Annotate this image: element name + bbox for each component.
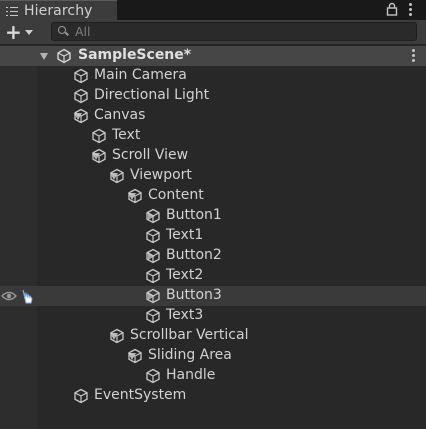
dropdown-caret-icon xyxy=(24,29,33,35)
tree-row[interactable]: Text1 xyxy=(0,226,426,246)
cube-icon xyxy=(109,168,125,184)
tab-bar: Hierarchy xyxy=(0,0,426,20)
tree-item-label: Handle xyxy=(166,367,216,383)
eye-icon[interactable] xyxy=(1,291,17,301)
tree-item-label: Button2 xyxy=(166,247,222,263)
unity-scene-icon xyxy=(57,48,71,64)
tree-item-label: Button1 xyxy=(166,207,222,223)
tab-hierarchy[interactable]: Hierarchy xyxy=(0,0,117,20)
cube-icon xyxy=(91,128,107,144)
cube-icon xyxy=(145,368,161,384)
scene-menu-icon[interactable] xyxy=(409,49,417,63)
tree-item-label: Text xyxy=(112,127,141,143)
lock-icon[interactable] xyxy=(386,2,398,16)
foldout-expanded-icon[interactable] xyxy=(40,53,48,60)
tree-row[interactable]: Canvas xyxy=(0,106,426,126)
tree-row[interactable]: Handle xyxy=(0,366,426,386)
plus-icon: + xyxy=(5,20,22,44)
tree-row[interactable]: Content xyxy=(0,186,426,206)
tree-row[interactable]: Directional Light xyxy=(0,86,426,106)
cube-icon xyxy=(127,348,143,364)
tree-item-label: Sliding Area xyxy=(148,347,232,363)
cube-icon xyxy=(145,268,161,284)
tree-item-label: Scroll View xyxy=(112,147,189,163)
tree-item-label: Directional Light xyxy=(94,87,210,103)
tree-row[interactable]: Scrollbar Vertical xyxy=(0,326,426,346)
search-icon[interactable] xyxy=(58,26,69,37)
tree-item-label: Text1 xyxy=(166,227,204,243)
tree-row[interactable]: EventSystem xyxy=(0,386,426,406)
cube-icon xyxy=(73,68,89,84)
tree-row[interactable]: Scroll View xyxy=(0,146,426,166)
cube-icon xyxy=(145,208,161,224)
scene-name: SampleScene* xyxy=(78,47,192,63)
cube-icon xyxy=(127,188,143,204)
tree-row[interactable]: Viewport xyxy=(0,166,426,186)
tree-row[interactable]: Button1 xyxy=(0,206,426,226)
cube-icon xyxy=(145,228,161,244)
tree-item-label: Button3 xyxy=(166,287,222,303)
cube-icon xyxy=(73,108,89,124)
tree-item-label: Text3 xyxy=(166,307,204,323)
scene-header[interactable]: SampleScene* xyxy=(0,46,426,66)
tree-row[interactable]: Button2 xyxy=(0,246,426,266)
tree-item-label: Viewport xyxy=(130,167,192,183)
tree-item-label: EventSystem xyxy=(94,387,187,403)
cube-icon xyxy=(109,328,125,344)
tree-row[interactable]: Sliding Area xyxy=(0,346,426,366)
tree-item-label: Scrollbar Vertical xyxy=(130,327,249,343)
cube-icon xyxy=(145,288,161,304)
tree-item-label: Content xyxy=(148,187,204,203)
tree-row[interactable]: Main Camera xyxy=(0,66,426,86)
kebab-menu-icon[interactable] xyxy=(406,3,414,17)
tree-row[interactable]: Text3 xyxy=(0,306,426,326)
tree-row[interactable]: Button3 xyxy=(0,286,426,306)
search-input[interactable] xyxy=(75,24,395,39)
hand-pointer-icon[interactable] xyxy=(19,288,35,304)
tab-title: Hierarchy xyxy=(24,2,93,19)
tree-item-label: Text2 xyxy=(166,267,204,283)
tree-item-label: Main Camera xyxy=(94,67,187,83)
toolbar: + xyxy=(0,20,426,45)
tree-row[interactable]: Text2 xyxy=(0,266,426,286)
cube-icon xyxy=(73,388,89,404)
cube-icon xyxy=(91,148,107,164)
tree-item-label: Canvas xyxy=(94,107,146,123)
search-field[interactable] xyxy=(51,22,417,41)
cube-icon xyxy=(145,308,161,324)
cube-icon xyxy=(145,248,161,264)
add-button[interactable]: + xyxy=(4,20,38,44)
list-icon xyxy=(6,6,18,16)
cube-icon xyxy=(73,88,89,104)
tree-row[interactable]: Text xyxy=(0,126,426,146)
